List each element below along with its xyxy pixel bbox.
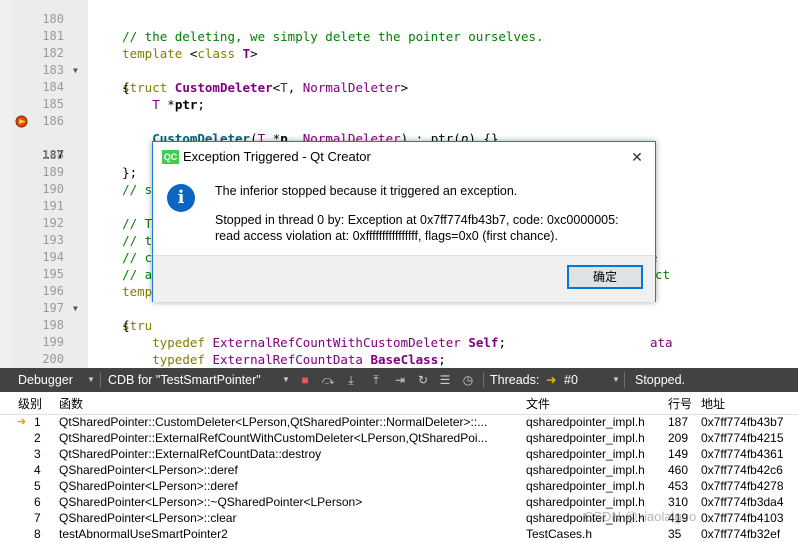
stack-header: 级别 函数 文件 行号 地址 — [0, 392, 798, 415]
run-to-line-icon[interactable]: ⇥ — [393, 373, 407, 387]
dialog-message: The inferior stopped because it triggere… — [215, 184, 518, 198]
stack-row-current[interactable]: ➜ 1 QtSharedPointer::CustomDeleter<LPers… — [0, 414, 798, 430]
step-over-icon[interactable]: ⤼ — [321, 373, 335, 387]
cell-address: 0x7ff774fb4278 — [701, 479, 784, 493]
dialog-details: Stopped in thread 0 by: Exception at 0x7… — [215, 213, 619, 243]
breakpoint-exception-icon[interactable] — [15, 115, 30, 128]
debugger-status: Stopped. — [635, 373, 686, 387]
current-frame-arrow-icon: ➜ — [17, 416, 27, 428]
header-file[interactable]: 文件 — [526, 395, 550, 412]
toolbar-separator — [483, 372, 484, 388]
qt-creator-logo-icon: QC — [162, 150, 179, 164]
cell-level: 8 — [34, 527, 41, 541]
code-line: 183 { — [0, 45, 798, 95]
cell-function: QtSharedPointer::ExternalRefCountWithCus… — [59, 431, 488, 445]
stack-row[interactable]: 4 QSharedPointer<LPerson>::deref qshared… — [0, 462, 798, 478]
cell-function: QSharedPointer<LPerson>::~QSharedPointer… — [59, 495, 363, 509]
cell-address: 0x7ff774fb4215 — [701, 431, 784, 445]
exception-dialog: QC Exception Triggered - Qt Creator ✕ i … — [152, 141, 656, 302]
cell-level: 1 — [34, 415, 41, 429]
step-out-icon[interactable]: ⤒ — [369, 373, 383, 387]
code-line: 186 CustomDeleter(T *p, NormalDeleter) :… — [0, 96, 798, 146]
toolbar-separator — [100, 372, 101, 388]
cell-address: 0x7ff774fb42c6 — [701, 463, 783, 477]
dialog-button-bar: 确定 — [153, 255, 655, 302]
code-line: 182 ▼ struct CustomDeleter<T, NormalDele… — [0, 28, 798, 95]
stop-debugger-icon[interactable]: ■ — [298, 373, 312, 387]
header-address[interactable]: 地址 — [701, 395, 725, 412]
code-line: 181 template <class T> — [0, 11, 798, 61]
info-icon: i — [167, 184, 195, 212]
cell-line: 187 — [668, 415, 689, 429]
dialog-title: Exception Triggered - Qt Creator — [183, 149, 371, 164]
chevron-down-icon[interactable]: ▼ — [612, 368, 620, 392]
cell-address: 0x7ff774fb32ef — [701, 527, 781, 541]
stack-row[interactable]: 5 QSharedPointer<LPerson>::deref qshared… — [0, 478, 798, 494]
cell-level: 7 — [34, 511, 41, 525]
cell-line: 453 — [668, 479, 689, 493]
cell-file: qsharedpointer_impl.h — [526, 431, 645, 445]
cell-line: 460 — [668, 463, 689, 477]
cell-function: QtSharedPointer::ExternalRefCountData::d… — [59, 447, 322, 461]
stack-row[interactable]: 2 QtSharedPointer::ExternalRefCountWithC… — [0, 430, 798, 446]
cell-level: 6 — [34, 495, 41, 509]
current-thread-arrow-icon: ➜ — [546, 373, 557, 387]
watermark: CSDN @xiaolaiguo — [584, 509, 697, 524]
cell-level: 4 — [34, 463, 41, 477]
cell-address: 0x7ff774fb43b7 — [701, 415, 784, 429]
operate-by-instruction-icon[interactable]: ☰ — [438, 373, 452, 387]
cell-level: 2 — [34, 431, 41, 445]
cell-line: 149 — [668, 447, 689, 461]
cell-level: 5 — [34, 479, 41, 493]
chevron-down-icon[interactable]: ▼ — [282, 368, 290, 392]
restart-icon[interactable]: ↻ — [416, 373, 430, 387]
debugger-perspective-label[interactable]: Debugger — [18, 368, 73, 392]
code-line: 180 // the deleting, we simply delete th… — [0, 0, 798, 44]
cell-line: 209 — [668, 431, 689, 445]
stack-row[interactable]: 3 QtSharedPointer::ExternalRefCountData:… — [0, 446, 798, 462]
cell-function: QSharedPointer<LPerson>::clear — [59, 511, 237, 525]
cell-file: qsharedpointer_impl.h — [526, 479, 645, 493]
cell-address: 0x7ff774fb4361 — [701, 447, 784, 461]
code-line: 200 CustomDeleter<T, Deleter> extra; — [0, 334, 798, 366]
code-line: 201 — [0, 351, 798, 368]
cell-address: 0x7ff774fb4103 — [701, 511, 784, 525]
cell-line: 35 — [668, 527, 682, 541]
toolbar-separator — [624, 372, 625, 388]
debug-engine-selector[interactable]: CDB for "TestSmartPointer" — [108, 368, 261, 392]
cell-line: 310 — [668, 495, 689, 509]
step-into-icon[interactable]: ⤓ — [344, 373, 358, 387]
cell-function: testAbnormalUseSmartPointer2 — [59, 527, 228, 541]
dialog-titlebar[interactable]: QC Exception Triggered - Qt Creator ✕ — [153, 142, 655, 172]
stack-row[interactable]: 6 QSharedPointer<LPerson>::~QSharedPoint… — [0, 494, 798, 510]
cell-file: qsharedpointer_impl.h — [526, 447, 645, 461]
cell-level: 3 — [34, 447, 41, 461]
header-line[interactable]: 行号 — [668, 395, 692, 412]
cell-address: 0x7ff774fb3da4 — [701, 495, 784, 509]
cell-file: qsharedpointer_impl.h — [526, 463, 645, 477]
header-function[interactable]: 函数 — [59, 395, 83, 412]
debugger-toolbar: Debugger ▼ CDB for "TestSmartPointer" ▼ … — [0, 368, 798, 392]
code-line-current: 187 void execute() { delete ptr; } — [0, 113, 798, 180]
cell-function: QSharedPointer<LPerson>::deref — [59, 479, 238, 493]
code-line: 184 T *ptr; — [0, 62, 798, 112]
ok-button[interactable]: 确定 — [567, 265, 643, 289]
header-level[interactable]: 级别 — [18, 395, 42, 412]
cell-function: QtSharedPointer::CustomDeleter<LPerson,Q… — [59, 415, 488, 429]
code-line: 198 typedef ExternalRefCountWithCustomDe… — [0, 300, 798, 350]
code-line: 185 — [0, 79, 798, 111]
cell-function: QSharedPointer<LPerson>::deref — [59, 463, 238, 477]
close-icon[interactable]: ✕ — [625, 145, 649, 169]
reverse-debug-icon[interactable]: ◷ — [461, 373, 475, 387]
thread-selector[interactable]: #0 — [564, 368, 578, 392]
threads-label: Threads: — [490, 373, 540, 387]
cell-file: qsharedpointer_impl.h — [526, 495, 645, 509]
chevron-down-icon[interactable]: ▼ — [87, 368, 95, 392]
cell-file: qsharedpointer_impl.h — [526, 415, 645, 429]
code-line: 199 typedef ExternalRefCountData BaseCla… — [0, 317, 798, 367]
stack-row[interactable]: 8 testAbnormalUseSmartPointer2 TestCases… — [0, 526, 798, 542]
cell-file: TestCases.h — [526, 527, 593, 541]
